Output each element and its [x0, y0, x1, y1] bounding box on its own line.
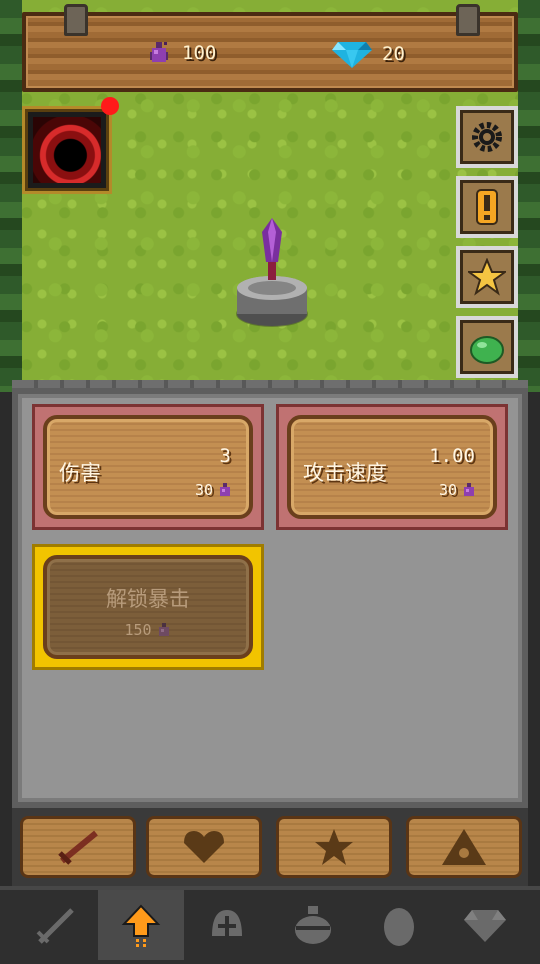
elixir-icon	[220, 483, 230, 496]
elixir-icon	[464, 483, 474, 496]
alert-icon	[476, 189, 498, 225]
damage-cost: 30	[195, 481, 233, 499]
nav-pets[interactable]	[356, 890, 442, 960]
unlock-crit-label: 解锁暴击	[106, 587, 190, 611]
elixir-count: 100	[182, 42, 217, 64]
sword-icon	[36, 908, 74, 944]
elixir-resource: 100	[146, 40, 216, 66]
pot-icon	[295, 906, 331, 944]
damage-cost-amount: 30	[194, 481, 213, 499]
category-star-button[interactable]	[276, 816, 392, 878]
unlock-crit-cost: 150	[47, 621, 249, 639]
helmet-icon	[212, 910, 242, 936]
nav-weapons[interactable]	[12, 890, 98, 960]
unlock-crit-cost-amount: 150	[124, 621, 152, 639]
heart-icon	[184, 831, 224, 863]
slime-icon	[470, 336, 504, 364]
attack-speed-cost-amount: 30	[438, 481, 457, 499]
settings-button[interactable]	[456, 106, 518, 168]
achievements-button[interactable]	[456, 246, 518, 308]
star-icon	[315, 829, 353, 865]
category-attack-button[interactable]	[20, 816, 136, 878]
portal-icon	[33, 117, 101, 183]
nav-armor[interactable]	[184, 890, 270, 960]
attack-speed-label: 攻击速度	[303, 461, 387, 485]
attack-speed-value: 1.00	[429, 445, 475, 467]
bottom-nav	[0, 886, 540, 964]
nav-potions[interactable]	[270, 890, 356, 960]
board-hanger-left	[64, 4, 88, 36]
elixir-icon	[158, 623, 169, 636]
category-health-button[interactable]	[146, 816, 262, 878]
nav-shop[interactable]	[442, 890, 528, 960]
attack-speed-upgrade-button[interactable]: 攻击速度 1.00 30	[287, 415, 497, 519]
damage-label: 伤害	[59, 461, 101, 485]
elixir-icon	[150, 42, 168, 62]
upgrade-arrow-icon	[121, 904, 161, 947]
board-hanger-right	[456, 4, 480, 36]
attack-speed-cost: 30	[439, 481, 477, 499]
gem-icon	[332, 42, 372, 68]
damage-upgrade-button[interactable]: 伤害 3 30	[43, 415, 253, 519]
portal-button[interactable]	[22, 106, 112, 194]
nav-upgrade[interactable]	[98, 890, 184, 960]
crystal-icon	[262, 218, 282, 280]
diamond-icon	[464, 910, 506, 942]
notification-dot	[101, 97, 119, 115]
category-triangle-button[interactable]	[406, 816, 522, 878]
gem-count: 20	[382, 43, 405, 65]
gem-resource: 20	[332, 40, 405, 68]
right-bushes	[518, 0, 540, 392]
damage-upgrade-card[interactable]: 伤害 3 30	[32, 404, 264, 530]
resource-board	[22, 12, 518, 92]
unlock-crit-button[interactable]: 解锁暴击 150	[43, 555, 253, 659]
egg-icon	[384, 908, 414, 946]
alert-button[interactable]	[456, 176, 518, 238]
attack-speed-upgrade-card[interactable]: 攻击速度 1.00 30	[276, 404, 508, 530]
unlock-crit-card[interactable]: 解锁暴击 150	[32, 544, 264, 670]
slime-button[interactable]	[456, 316, 518, 378]
star-icon	[468, 258, 506, 296]
settings-icon	[472, 122, 502, 152]
triangle-icon	[442, 829, 486, 865]
sword-icon	[58, 830, 98, 865]
left-bushes	[0, 0, 22, 392]
damage-value: 3	[219, 445, 231, 467]
